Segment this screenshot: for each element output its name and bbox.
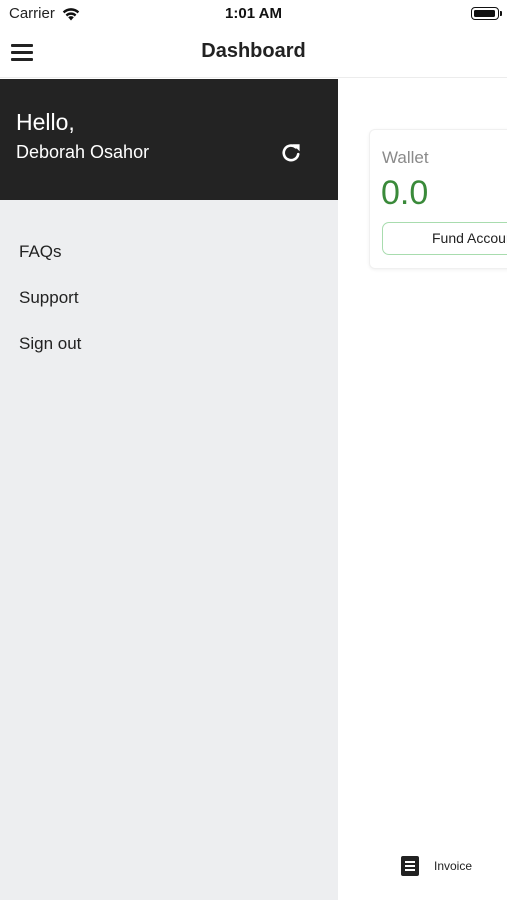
greeting-text: Hello, bbox=[16, 109, 75, 135]
side-drawer: Hello, Deborah Osahor FAQs Support Sign … bbox=[0, 79, 338, 900]
user-name: Deborah Osahor bbox=[16, 142, 150, 162]
app-header: Dashboard bbox=[0, 28, 507, 78]
tab-invoice-label: Invoice bbox=[434, 859, 473, 873]
status-bar: Carrier 1:01 AM bbox=[0, 0, 507, 28]
refresh-icon[interactable] bbox=[279, 141, 303, 165]
drawer-item-support[interactable]: Support bbox=[0, 275, 338, 321]
drawer-header: Hello, Deborah Osahor bbox=[0, 79, 338, 200]
drawer-menu: FAQs Support Sign out bbox=[0, 229, 338, 367]
wallet-label: Wallet bbox=[382, 148, 429, 167]
wallet-amount: 0.0 bbox=[381, 174, 429, 212]
drawer-item-faqs[interactable]: FAQs bbox=[0, 229, 338, 275]
tab-invoice[interactable]: Invoice bbox=[401, 855, 472, 877]
battery-icon bbox=[471, 7, 502, 20]
fund-account-button[interactable]: Fund Account bbox=[382, 222, 507, 255]
drawer-item-sign-out[interactable]: Sign out bbox=[0, 321, 338, 367]
status-time: 1:01 AM bbox=[225, 5, 282, 22]
invoice-icon bbox=[401, 856, 419, 876]
page-title: Dashboard bbox=[201, 40, 306, 62]
tab-bar: Invoice bbox=[338, 841, 507, 900]
wallet-card: Wallet 0.0 Fund Account bbox=[369, 129, 507, 269]
